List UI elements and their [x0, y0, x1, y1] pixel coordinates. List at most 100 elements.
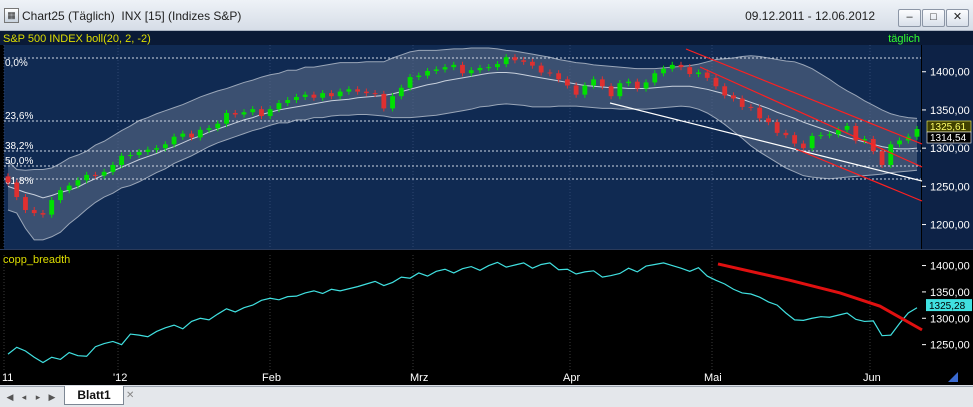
- candle-body: [827, 134, 832, 136]
- chart-area[interactable]: 0,0% 23,6% 38,2% 50,0% 61,8% 1200,00 1250,00 13…: [0, 31, 973, 385]
- candle-body: [460, 64, 465, 74]
- lower-panel-label: copp_breadth: [3, 254, 70, 266]
- candle-body: [267, 109, 273, 117]
- candle-body: [495, 64, 500, 68]
- price-badge-label: 1325,61: [930, 122, 967, 133]
- candle-body: [215, 123, 221, 129]
- x-axis-label: Jun: [863, 372, 881, 384]
- candle-body: [40, 213, 46, 215]
- candle-body: [608, 86, 614, 97]
- upper-y-tick-label: 1400,00: [930, 67, 970, 79]
- candle-body: [416, 75, 422, 78]
- candle-body: [84, 174, 90, 181]
- x-axis-label: '12: [113, 372, 127, 384]
- chart-canvas[interactable]: 0,0%23,6%38,2%50,0%61,8%1200,001250,0013…: [0, 31, 973, 385]
- candle-body: [731, 95, 736, 99]
- candle-body: [451, 64, 457, 68]
- candle-body: [145, 149, 151, 152]
- candle-body: [739, 98, 745, 107]
- candle-body: [661, 68, 666, 74]
- sheet-tab-blatt1[interactable]: Blatt1: [64, 386, 124, 405]
- candle-body: [328, 93, 334, 97]
- next-sheet-icon[interactable]: ▸: [32, 391, 44, 403]
- candle-body: [634, 81, 640, 89]
- title-bar[interactable]: ▦ Chart25 (Täglich) INX [15] (Indizes S&…: [0, 0, 973, 31]
- first-sheet-icon[interactable]: ◀: [4, 391, 16, 403]
- candle-body: [722, 86, 728, 96]
- candle-body: [75, 180, 81, 186]
- chart-icon: ▦: [4, 8, 19, 23]
- lower-y-tick-label: 1400,00: [930, 261, 970, 273]
- x-axis-label: Mrz: [410, 372, 428, 384]
- x-axis-label: Feb: [262, 372, 281, 384]
- candle-body: [538, 65, 544, 73]
- fib-level-label: 50,0%: [5, 156, 33, 167]
- candle-body: [101, 171, 107, 176]
- candle-body: [433, 69, 439, 71]
- candle-body: [31, 210, 37, 214]
- candle-body: [407, 77, 413, 88]
- candle-body: [696, 72, 701, 75]
- candle-body: [93, 174, 98, 176]
- candle-body: [398, 87, 404, 97]
- x-axis-label: 11: [2, 372, 13, 384]
- candle-body: [136, 151, 142, 156]
- x-axis-label: Apr: [563, 372, 580, 384]
- candle-body: [818, 135, 824, 137]
- fib-level-label: 38,2%: [5, 141, 33, 152]
- minimize-button[interactable]: –: [898, 9, 921, 27]
- candle-body: [197, 129, 203, 138]
- price-badge-label: 1314,54: [930, 133, 967, 144]
- candle-body: [503, 57, 509, 65]
- candle-body: [154, 148, 159, 150]
- breadth-value-label: 1325,28: [929, 301, 966, 312]
- lower-y-tick-label: 1350,00: [930, 287, 970, 299]
- candle-body: [888, 144, 894, 165]
- candle-body: [372, 93, 378, 95]
- candle-body: [259, 109, 264, 117]
- candle-body: [311, 94, 317, 98]
- candle-body: [276, 103, 282, 110]
- candle-body: [119, 155, 125, 165]
- close-tab-icon[interactable]: ✕: [126, 390, 134, 401]
- candle-body: [564, 79, 570, 86]
- candle-body: [337, 91, 343, 97]
- candle-body: [189, 133, 194, 138]
- candle-body: [879, 151, 885, 165]
- candle-body: [809, 135, 815, 149]
- candle-body: [390, 96, 395, 109]
- prev-sheet-icon[interactable]: ◂: [18, 391, 30, 403]
- candle-body: [232, 113, 238, 115]
- x-axis-label: Mai: [704, 372, 722, 384]
- sheet-tab-bar: ◀ ◂ ▸ ▶ Blatt1 ✕: [0, 386, 973, 407]
- candle-body: [626, 81, 631, 84]
- candle-body: [355, 89, 361, 92]
- candle-body: [302, 94, 308, 97]
- candle-body: [678, 64, 684, 68]
- period-label: täglich: [888, 33, 920, 45]
- candle-body: [66, 185, 72, 191]
- candle-body: [171, 136, 177, 145]
- candle-body: [14, 182, 20, 198]
- upper-y-tick-label: 1300,00: [930, 143, 970, 155]
- candle-body: [381, 93, 387, 109]
- candle-body: [49, 200, 55, 215]
- candle-body: [320, 93, 326, 98]
- upper-panel-label: S&P 500 INDEX boll(20, 2, -2): [3, 33, 151, 45]
- candle-body: [547, 72, 553, 74]
- maximize-button[interactable]: □: [922, 9, 945, 27]
- candle-body: [556, 73, 562, 80]
- close-button[interactable]: ✕: [946, 9, 969, 27]
- candle-body: [591, 79, 597, 86]
- candle-body: [757, 107, 763, 119]
- candle-body: [617, 83, 623, 97]
- lower-y-tick-label: 1300,00: [930, 313, 970, 325]
- candle-body: [23, 197, 28, 211]
- candle-body: [774, 122, 780, 133]
- chart-window: ▦ Chart25 (Täglich) INX [15] (Indizes S&…: [0, 0, 973, 407]
- candle-body: [800, 143, 806, 149]
- candle-body: [897, 140, 902, 145]
- last-sheet-icon[interactable]: ▶: [46, 391, 58, 403]
- upper-y-tick-label: 1350,00: [930, 105, 970, 117]
- fib-level-label: 23,6%: [5, 111, 33, 122]
